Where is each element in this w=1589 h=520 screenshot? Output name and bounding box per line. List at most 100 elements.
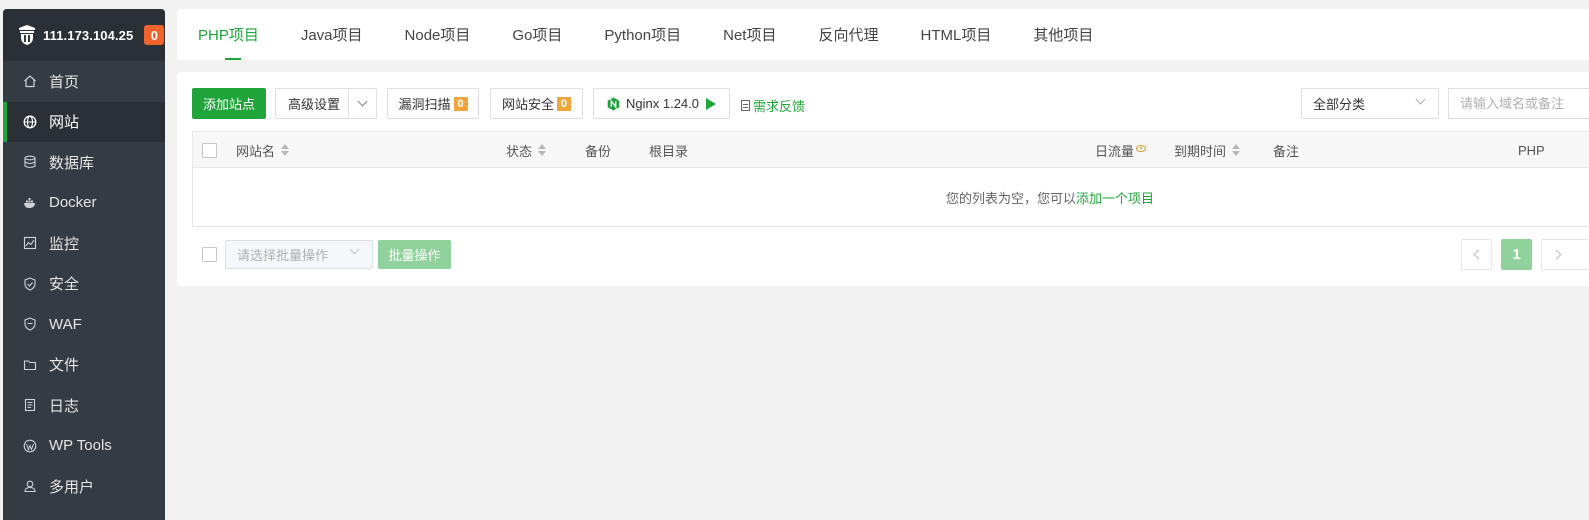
sidebar-item-website[interactable]: 网站: [3, 101, 165, 142]
waf-icon: [23, 317, 37, 331]
sidebar-item-logs[interactable]: 日志: [3, 385, 165, 426]
security-count-badge: 0: [557, 96, 571, 111]
add-site-button[interactable]: 添加站点: [192, 88, 266, 119]
search-input[interactable]: [1448, 88, 1589, 119]
column-label: 备注: [1273, 143, 1300, 159]
column-expire-time[interactable]: 到期时间: [1174, 132, 1241, 168]
server-ip[interactable]: 111.173.104.25: [43, 28, 133, 43]
users-icon: [23, 479, 37, 493]
prev-page-button[interactable]: [1461, 239, 1492, 270]
column-site-name[interactable]: 网站名: [236, 132, 290, 168]
column-daily-traffic[interactable]: 日流量: [1095, 132, 1147, 168]
column-label: 备份: [585, 143, 612, 159]
nginx-status-button[interactable]: Nginx 1.24.0: [593, 88, 730, 119]
chevron-down-icon: [357, 96, 368, 107]
sidebar-item-label: 网站: [49, 114, 80, 132]
batch-operation-select[interactable]: 请选择批量操作: [225, 240, 373, 269]
column-label: PHP: [1518, 142, 1545, 158]
wordpress-icon: [23, 439, 37, 453]
advanced-settings-label: 高级设置: [288, 97, 341, 112]
batch-select-checkbox[interactable]: [202, 247, 217, 262]
eye-icon[interactable]: [1136, 145, 1147, 152]
select-all-cell: [202, 132, 217, 168]
sidebar-item-wp-tools[interactable]: WP Tools: [3, 426, 165, 467]
sidebar-item-docker[interactable]: Docker: [3, 183, 165, 224]
column-status[interactable]: 状态: [506, 132, 547, 168]
tab-other[interactable]: 其他项目: [1012, 9, 1114, 60]
column-backup: 备份: [585, 132, 611, 168]
column-label: 网站名: [236, 143, 276, 159]
vuln-count-badge: 0: [453, 96, 468, 111]
column-php: PHP: [1518, 132, 1545, 168]
docker-icon: [23, 196, 37, 210]
sort-icon: [538, 144, 547, 156]
chevron-right-icon: [1551, 249, 1562, 260]
home-icon: [23, 74, 37, 88]
nginx-version: Nginx 1.24.0: [626, 96, 699, 111]
shield-icon: [23, 277, 37, 291]
advanced-settings-button[interactable]: 高级设置: [275, 88, 377, 119]
empty-text: 您的列表为空，您可以: [945, 190, 1076, 206]
globe-icon: [23, 115, 37, 129]
folder-icon: [23, 358, 37, 372]
monitor-icon: [23, 236, 37, 250]
sidebar-item-files[interactable]: 文件: [3, 345, 165, 386]
site-security-label: 网站安全: [501, 97, 554, 112]
current-page[interactable]: 1: [1501, 239, 1532, 270]
sidebar: 111.173.104.25 0 首页 网站 数据库 Docker 监控 安全 …: [3, 9, 165, 520]
chevron-left-icon: [1473, 249, 1483, 260]
tab-reverse-proxy[interactable]: 反向代理: [797, 9, 899, 60]
sidebar-item-label: 文件: [49, 357, 80, 375]
add-project-link[interactable]: 添加一个项目: [1076, 188, 1154, 207]
sidebar-item-label: Docker: [49, 194, 97, 212]
tab-node[interactable]: Node项目: [384, 9, 492, 60]
column-label: 到期时间: [1174, 143, 1227, 159]
next-page-button[interactable]: [1541, 239, 1589, 270]
sort-icon: [281, 144, 290, 156]
vuln-scan-label: 漏洞扫描: [398, 97, 451, 112]
tab-php[interactable]: PHP项目: [177, 9, 280, 60]
batch-operation-button[interactable]: 批量操作: [378, 240, 451, 269]
sidebar-item-waf[interactable]: WAF: [3, 304, 165, 345]
document-icon: [741, 100, 750, 111]
sidebar-item-security[interactable]: 安全: [3, 264, 165, 305]
site-table: 网站名 状态 备份 根目录 日流量 到期时间 备注 PHP 您的列表为空，您可以…: [192, 131, 1589, 227]
column-label: 状态: [506, 143, 533, 159]
sidebar-item-label: WAF: [49, 315, 82, 333]
nginx-icon: [607, 97, 620, 110]
alert-badge[interactable]: 0: [144, 25, 165, 45]
tab-go[interactable]: Go项目: [491, 9, 583, 60]
chevron-down-icon: [349, 244, 360, 255]
chevron-down-icon: [1415, 94, 1426, 105]
tab-html[interactable]: HTML项目: [899, 9, 1012, 60]
sidebar-item-label: 首页: [49, 73, 80, 91]
batch-operation-placeholder: 请选择批量操作: [237, 248, 329, 263]
tab-net[interactable]: Net项目: [702, 9, 797, 60]
advanced-settings-dropdown[interactable]: [348, 89, 376, 118]
column-label: 日流量: [1095, 143, 1135, 159]
sidebar-item-database[interactable]: 数据库: [3, 142, 165, 183]
sort-icon: [1232, 144, 1241, 156]
empty-state: 您的列表为空，您可以 添加一个项目: [193, 168, 1589, 226]
sidebar-item-home[interactable]: 首页: [3, 61, 165, 102]
server-header: 111.173.104.25 0: [3, 9, 165, 61]
database-icon: [23, 155, 37, 169]
tab-java[interactable]: Java项目: [280, 9, 384, 60]
sidebar-item-label: WP Tools: [49, 437, 112, 455]
sidebar-item-label: 监控: [49, 235, 80, 253]
site-security-button[interactable]: 网站安全 0: [490, 88, 583, 119]
sidebar-item-multi-user[interactable]: 多用户: [3, 466, 165, 507]
column-root-dir: 根目录: [649, 132, 688, 168]
table-header: 网站名 状态 备份 根目录 日流量 到期时间 备注 PHP: [193, 132, 1589, 168]
sidebar-item-monitor[interactable]: 监控: [3, 223, 165, 264]
server-logo-icon: [19, 25, 35, 45]
feedback-label: 需求反馈: [753, 99, 806, 114]
vuln-scan-button[interactable]: 漏洞扫描 0: [387, 88, 479, 119]
project-tabs: PHP项目 Java项目 Node项目 Go项目 Python项目 Net项目 …: [177, 9, 1589, 60]
category-select[interactable]: 全部分类: [1301, 88, 1439, 119]
select-all-checkbox[interactable]: [202, 142, 217, 158]
column-note: 备注: [1273, 132, 1299, 168]
category-value: 全部分类: [1313, 97, 1366, 112]
tab-python[interactable]: Python项目: [583, 9, 702, 60]
feedback-link[interactable]: 需求反馈: [741, 96, 805, 115]
